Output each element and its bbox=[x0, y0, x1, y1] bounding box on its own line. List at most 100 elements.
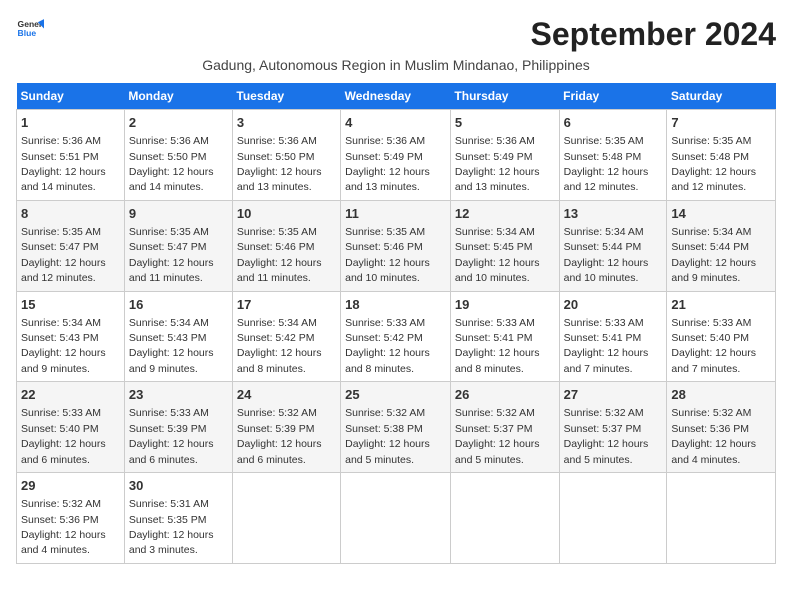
header-wednesday: Wednesday bbox=[341, 83, 451, 110]
table-row bbox=[341, 473, 451, 564]
day-number: 9 bbox=[129, 205, 228, 223]
table-row: 7Sunrise: 5:35 AMSunset: 5:48 PMDaylight… bbox=[667, 110, 776, 201]
day-number: 25 bbox=[345, 386, 446, 404]
sunrise-info: Sunrise: 5:36 AM bbox=[129, 135, 209, 147]
table-row: 8 Sunrise: 5:35 AM Sunset: 5:47 PM Daylight… bbox=[17, 200, 125, 291]
sunrise-info: Sunrise: 5:32 AM bbox=[564, 407, 644, 419]
sunrise-info: Sunrise: 5:36 AM bbox=[21, 135, 101, 147]
sunrise-info: Sunrise: 5:34 AM bbox=[129, 317, 209, 329]
table-row: 20Sunrise: 5:33 AMSunset: 5:41 PMDayligh… bbox=[559, 291, 667, 382]
daylight-info: Daylight: 12 hours and 6 minutes. bbox=[21, 438, 106, 465]
sunrise-info: Sunrise: 5:34 AM bbox=[21, 317, 101, 329]
day-number: 26 bbox=[455, 386, 555, 404]
table-row: 11Sunrise: 5:35 AMSunset: 5:46 PMDayligh… bbox=[341, 200, 451, 291]
sunrise-info: Sunrise: 5:34 AM bbox=[455, 226, 535, 238]
day-number: 1 bbox=[21, 114, 120, 132]
sunset-info: Sunset: 5:49 PM bbox=[455, 151, 533, 163]
sunset-info: Sunset: 5:48 PM bbox=[671, 151, 749, 163]
daylight-info: Daylight: 12 hours and 9 minutes. bbox=[129, 347, 214, 374]
day-number: 13 bbox=[564, 205, 663, 223]
daylight-info: Daylight: 12 hours and 11 minutes. bbox=[237, 257, 322, 284]
header-thursday: Thursday bbox=[450, 83, 559, 110]
sunrise-info: Sunrise: 5:33 AM bbox=[129, 407, 209, 419]
table-row: 16Sunrise: 5:34 AMSunset: 5:43 PMDayligh… bbox=[124, 291, 232, 382]
logo-icon: General Blue bbox=[16, 16, 44, 44]
sunrise-info: Sunrise: 5:35 AM bbox=[237, 226, 317, 238]
daylight-info: Daylight: 12 hours and 10 minutes. bbox=[455, 257, 540, 284]
day-number: 29 bbox=[21, 477, 120, 495]
sunset-info: Sunset: 5:42 PM bbox=[345, 332, 423, 344]
sunrise-info: Sunrise: 5:35 AM bbox=[21, 226, 101, 238]
day-number: 7 bbox=[671, 114, 771, 132]
sunset-info: Sunset: 5:37 PM bbox=[564, 423, 642, 435]
sunrise-info: Sunrise: 5:35 AM bbox=[345, 226, 425, 238]
day-number: 12 bbox=[455, 205, 555, 223]
table-row: 24Sunrise: 5:32 AMSunset: 5:39 PMDayligh… bbox=[232, 382, 340, 473]
day-number: 10 bbox=[237, 205, 336, 223]
table-row: 26Sunrise: 5:32 AMSunset: 5:37 PMDayligh… bbox=[450, 382, 559, 473]
table-row bbox=[232, 473, 340, 564]
sunset-info: Sunset: 5:43 PM bbox=[21, 332, 99, 344]
sunrise-info: Sunrise: 5:32 AM bbox=[671, 407, 751, 419]
sunrise-info: Sunrise: 5:33 AM bbox=[564, 317, 644, 329]
sunrise-info: Sunrise: 5:36 AM bbox=[455, 135, 535, 147]
sunset-info: Sunset: 5:35 PM bbox=[129, 514, 207, 526]
header-tuesday: Tuesday bbox=[232, 83, 340, 110]
daylight-info: Daylight: 12 hours and 6 minutes. bbox=[237, 438, 322, 465]
daylight-info: Daylight: 12 hours and 12 minutes. bbox=[21, 257, 106, 284]
sunset-info: Sunset: 5:46 PM bbox=[237, 241, 315, 253]
sunset-info: Sunset: 5:45 PM bbox=[455, 241, 533, 253]
day-number: 3 bbox=[237, 114, 336, 132]
day-number: 8 bbox=[21, 205, 120, 223]
sunset-info: Sunset: 5:44 PM bbox=[564, 241, 642, 253]
daylight-info: Daylight: 12 hours and 5 minutes. bbox=[345, 438, 430, 465]
daylight-info: Daylight: 12 hours and 11 minutes. bbox=[129, 257, 214, 284]
sunrise-info: Sunrise: 5:32 AM bbox=[21, 498, 101, 510]
table-row: 17Sunrise: 5:34 AMSunset: 5:42 PMDayligh… bbox=[232, 291, 340, 382]
day-number: 17 bbox=[237, 296, 336, 314]
day-number: 30 bbox=[129, 477, 228, 495]
day-number: 19 bbox=[455, 296, 555, 314]
sunset-info: Sunset: 5:48 PM bbox=[564, 151, 642, 163]
sunset-info: Sunset: 5:40 PM bbox=[671, 332, 749, 344]
sunrise-info: Sunrise: 5:35 AM bbox=[129, 226, 209, 238]
daylight-info: Daylight: 12 hours and 4 minutes. bbox=[671, 438, 756, 465]
day-number: 2 bbox=[129, 114, 228, 132]
sunset-info: Sunset: 5:39 PM bbox=[129, 423, 207, 435]
daylight-info: Daylight: 12 hours and 12 minutes. bbox=[564, 166, 649, 193]
sunrise-info: Sunrise: 5:36 AM bbox=[237, 135, 317, 147]
table-row: 29Sunrise: 5:32 AMSunset: 5:36 PMDayligh… bbox=[17, 473, 125, 564]
table-row: 10 Sunrise: 5:35 AM Sunset: 5:46 PM Dayligh… bbox=[232, 200, 340, 291]
daylight-info: Daylight: 12 hours and 13 minutes. bbox=[237, 166, 322, 193]
daylight-info: Daylight: 12 hours and 3 minutes. bbox=[129, 529, 214, 556]
day-number: 4 bbox=[345, 114, 446, 132]
daylight-info: Daylight: 12 hours and 7 minutes. bbox=[564, 347, 649, 374]
sunrise-info: Sunrise: 5:31 AM bbox=[129, 498, 209, 510]
sunset-info: Sunset: 5:51 PM bbox=[21, 151, 99, 163]
table-row: 5Sunrise: 5:36 AMSunset: 5:49 PMDaylight… bbox=[450, 110, 559, 201]
sunset-info: Sunset: 5:47 PM bbox=[129, 241, 207, 253]
sunset-info: Sunset: 5:47 PM bbox=[21, 241, 99, 253]
sunset-info: Sunset: 5:36 PM bbox=[21, 514, 99, 526]
daylight-info: Daylight: 12 hours and 10 minutes. bbox=[345, 257, 430, 284]
table-row: 23Sunrise: 5:33 AMSunset: 5:39 PMDayligh… bbox=[124, 382, 232, 473]
sunset-info: Sunset: 5:44 PM bbox=[671, 241, 749, 253]
sunset-info: Sunset: 5:46 PM bbox=[345, 241, 423, 253]
day-number: 24 bbox=[237, 386, 336, 404]
daylight-info: Daylight: 12 hours and 8 minutes. bbox=[345, 347, 430, 374]
sunrise-info: Sunrise: 5:35 AM bbox=[671, 135, 751, 147]
daylight-info: Daylight: 12 hours and 8 minutes. bbox=[237, 347, 322, 374]
table-row: 3Sunrise: 5:36 AMSunset: 5:50 PMDaylight… bbox=[232, 110, 340, 201]
day-number: 14 bbox=[671, 205, 771, 223]
table-row: 25Sunrise: 5:32 AMSunset: 5:38 PMDayligh… bbox=[341, 382, 451, 473]
daylight-info: Daylight: 12 hours and 5 minutes. bbox=[455, 438, 540, 465]
header-monday: Monday bbox=[124, 83, 232, 110]
table-row bbox=[450, 473, 559, 564]
table-row: 1Sunrise: 5:36 AMSunset: 5:51 PMDaylight… bbox=[17, 110, 125, 201]
sunrise-info: Sunrise: 5:33 AM bbox=[345, 317, 425, 329]
day-number: 15 bbox=[21, 296, 120, 314]
day-number: 5 bbox=[455, 114, 555, 132]
table-row: 21Sunrise: 5:33 AMSunset: 5:40 PMDayligh… bbox=[667, 291, 776, 382]
table-row: 14Sunrise: 5:34 AMSunset: 5:44 PMDayligh… bbox=[667, 200, 776, 291]
table-row: 30 Sunrise: 5:31 AM Sunset: 5:35 PM Dayligh… bbox=[124, 473, 232, 564]
